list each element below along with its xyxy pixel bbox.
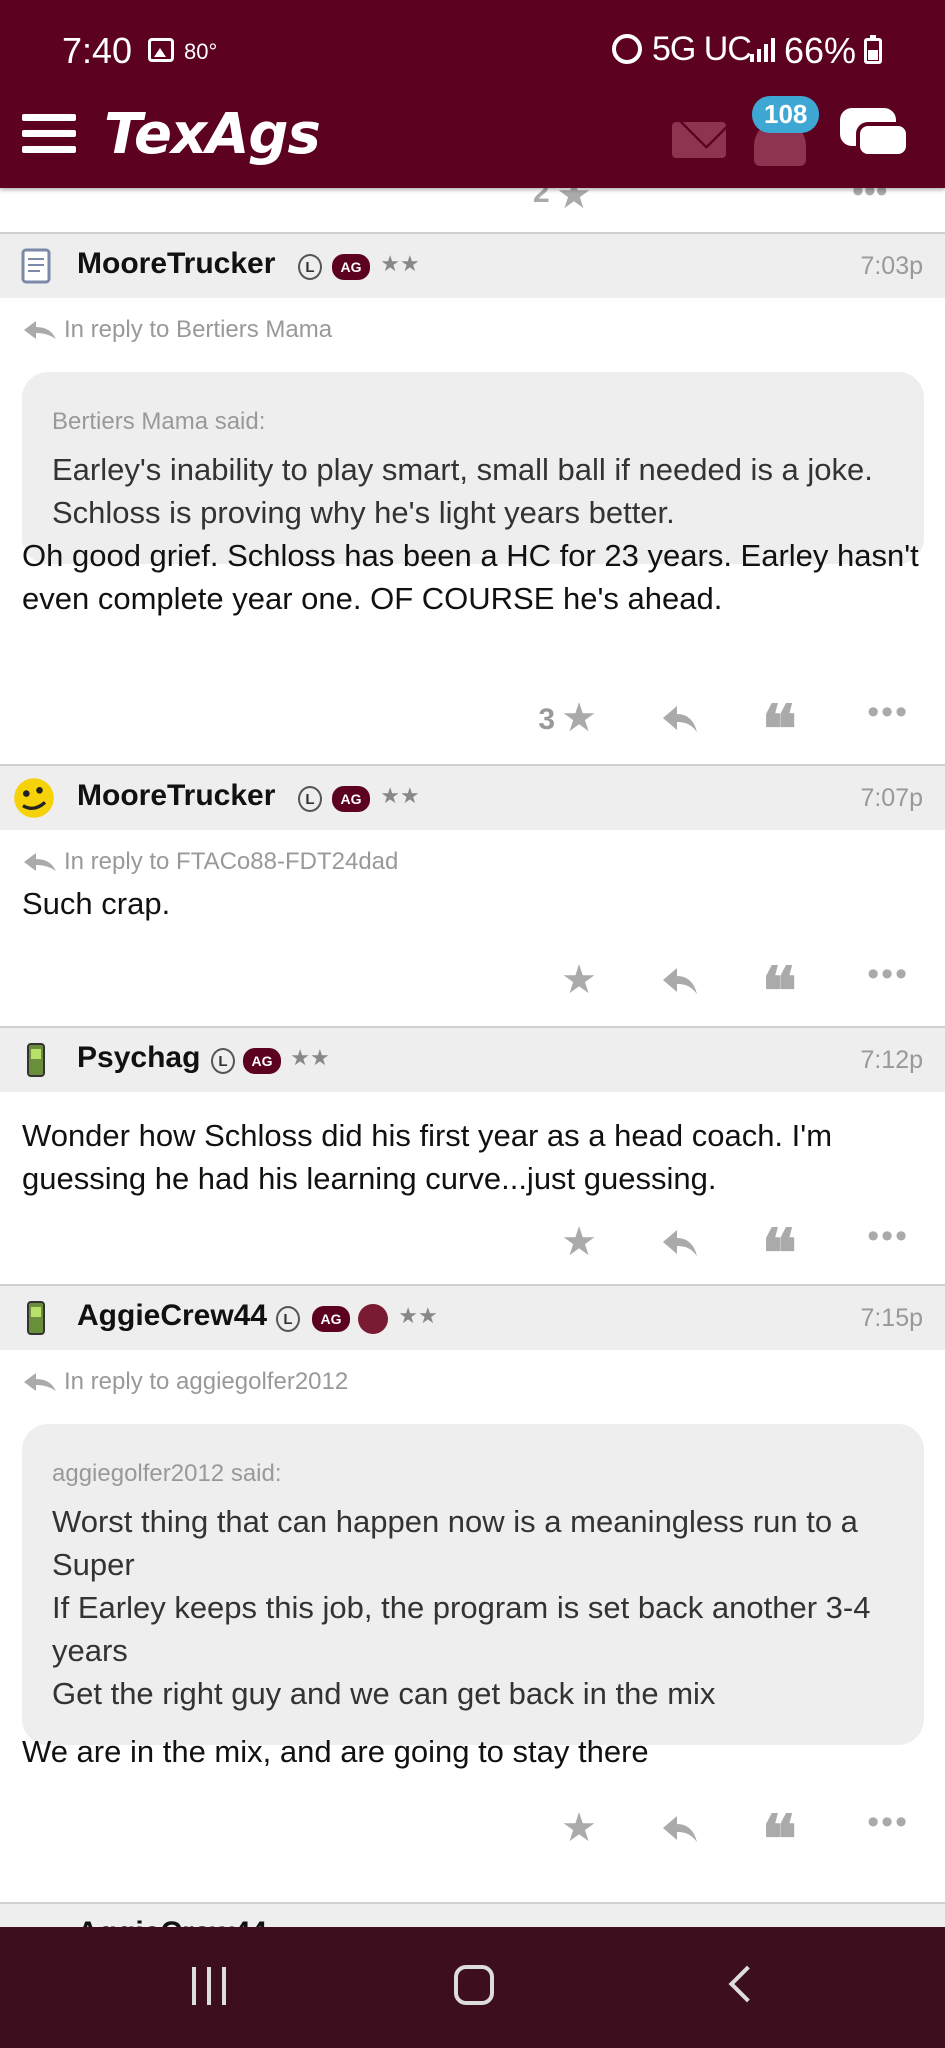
reply-to-link[interactable]: In reply to aggiegolfer2012: [22, 1368, 348, 1396]
notification-badge[interactable]: 108: [752, 96, 820, 133]
post-time[interactable]: 7:12p: [860, 1046, 923, 1075]
reply-arrow-icon: [24, 321, 56, 339]
reply-icon[interactable]: [661, 966, 697, 996]
post: AggieCrew44 L AG ★★ 7:15p In reply to ag…: [0, 1284, 945, 1902]
quote-icon[interactable]: ❝: [761, 956, 797, 1026]
more-icon[interactable]: •••: [867, 692, 909, 732]
back-icon[interactable]: [728, 1965, 766, 2003]
quote-author: aggiegolfer2012 said:: [52, 1460, 282, 1487]
mail-icon[interactable]: [672, 122, 726, 158]
reply-icon[interactable]: [661, 704, 697, 734]
battery-icon: [864, 35, 882, 64]
status-temperature: 80°: [184, 39, 218, 64]
status-bar: 7:40 80° 5G UC 66%: [0, 22, 945, 84]
post-header: Psychag L AG ★★ 7:12p: [0, 1028, 945, 1092]
post-time[interactable]: 7:07p: [860, 784, 923, 813]
badge-ag: AG: [312, 1306, 350, 1332]
badge-ag: AG: [332, 254, 370, 280]
more-icon[interactable]: •••: [867, 1802, 909, 1842]
post: MooreTrucker L AG ★★ 7:03p In reply to B…: [0, 232, 945, 764]
post-actions: ★ ❝ •••: [515, 955, 915, 1026]
badge-stars: ★★: [380, 783, 420, 808]
post-actions: 3 ★ ❝ •••: [515, 693, 915, 764]
app-header: 7:40 80° 5G UC 66% TexAgs 108: [0, 0, 945, 188]
badge-l: L: [298, 786, 322, 812]
quote-line: Worst thing that can happen now is a mea…: [52, 1504, 858, 1582]
star-icon[interactable]: ★: [561, 1808, 597, 1848]
like-count: 3: [538, 703, 555, 736]
username[interactable]: AggieCrew44: [77, 1916, 267, 1927]
post-actions: ★ ❝ •••: [515, 1803, 915, 1874]
status-time: 7:40: [62, 30, 133, 71]
quote-icon[interactable]: ❝: [761, 694, 797, 764]
quote-block: aggiegolfer2012 said: Worst thing that c…: [22, 1424, 924, 1745]
badge-stars: ★★: [380, 251, 420, 276]
system-nav-bar: [0, 1927, 945, 2048]
quote-text: Earley's inability to play smart, small …: [52, 452, 873, 530]
username[interactable]: MooreTrucker: [77, 779, 275, 813]
quote-icon[interactable]: ❝: [761, 1218, 797, 1288]
post: Psychag L AG ★★ 7:12p Wonder how Schloss…: [0, 1026, 945, 1288]
badge-ag: AG: [243, 1048, 281, 1074]
badge-ag: AG: [332, 786, 370, 812]
smiley-avatar-icon: [14, 778, 54, 818]
reply-to-link[interactable]: In reply to Bertiers Mama: [22, 316, 332, 344]
badge-l: L: [276, 1306, 300, 1332]
next-post-header: AggieCrew44: [0, 1902, 945, 1927]
post-header: MooreTrucker L AG ★★ 7:03p: [0, 234, 945, 298]
more-icon[interactable]: •••: [867, 1216, 909, 1256]
username[interactable]: AggieCrew44: [77, 1299, 267, 1333]
post-header: AggieCrew44 L AG ★★ 7:15p: [0, 1286, 945, 1350]
signal-icon: [750, 36, 780, 62]
menu-icon[interactable]: [22, 114, 76, 154]
badge-stars: ★★: [290, 1045, 330, 1070]
badge-l: L: [298, 254, 322, 280]
reply-arrow-icon: [24, 1373, 56, 1391]
username[interactable]: MooreTrucker: [77, 247, 275, 281]
phone-avatar-icon: [27, 1043, 45, 1077]
post-body: Such crap.: [22, 886, 171, 921]
previous-post-actions: 2 ★ •••: [0, 188, 945, 232]
star-icon[interactable]: ★: [556, 188, 592, 218]
star-icon[interactable]: ★: [561, 960, 597, 1000]
post-actions: ★ ❝ •••: [515, 1217, 915, 1288]
username[interactable]: Psychag: [77, 1041, 200, 1075]
texags-logo[interactable]: TexAgs: [104, 102, 321, 167]
star-icon[interactable]: ★: [561, 698, 597, 738]
quote-author: Bertiers Mama said:: [52, 408, 266, 435]
battery-percent: 66%: [784, 30, 857, 71]
network-label: 5G UC: [652, 30, 752, 68]
home-icon[interactable]: [454, 1965, 494, 2005]
like-count: 2: [533, 188, 550, 209]
post-header: MooreTrucker L AG ★★ 7:07p: [0, 766, 945, 830]
mascot-badge-icon: [358, 1304, 388, 1334]
star-icon[interactable]: ★: [561, 1222, 597, 1262]
quote-line: Get the right guy and we can get back in…: [52, 1676, 716, 1711]
post-time[interactable]: 7:15p: [860, 1304, 923, 1333]
alarm-icon: [612, 34, 642, 64]
reply-icon[interactable]: [661, 1814, 697, 1844]
recent-apps-icon[interactable]: [190, 1967, 230, 2005]
notepad-avatar-icon: [21, 248, 51, 284]
gallery-icon: [148, 38, 174, 62]
chat-icon[interactable]: [840, 108, 910, 164]
badge-l: L: [211, 1048, 235, 1074]
post-time[interactable]: 7:03p: [860, 252, 923, 281]
quote-line: If Earley keeps this job, the program is…: [52, 1590, 871, 1668]
more-icon[interactable]: •••: [867, 954, 909, 994]
reply-arrow-icon: [24, 853, 56, 871]
post: MooreTrucker L AG ★★ 7:07p In reply to F…: [0, 764, 945, 1026]
reply-icon[interactable]: [661, 1228, 697, 1258]
post-body: Oh good grief. Schloss has been a HC for…: [22, 538, 919, 616]
more-icon[interactable]: •••: [852, 188, 888, 211]
phone-avatar-icon: [27, 1301, 45, 1335]
badge-stars: ★★: [398, 1303, 438, 1328]
quote-icon[interactable]: ❝: [761, 1804, 797, 1874]
post-body: Wonder how Schloss did his first year as…: [22, 1118, 833, 1196]
reply-to-link[interactable]: In reply to FTACo88-FDT24dad: [22, 848, 398, 876]
post-body: We are in the mix, and are going to stay…: [22, 1734, 649, 1769]
